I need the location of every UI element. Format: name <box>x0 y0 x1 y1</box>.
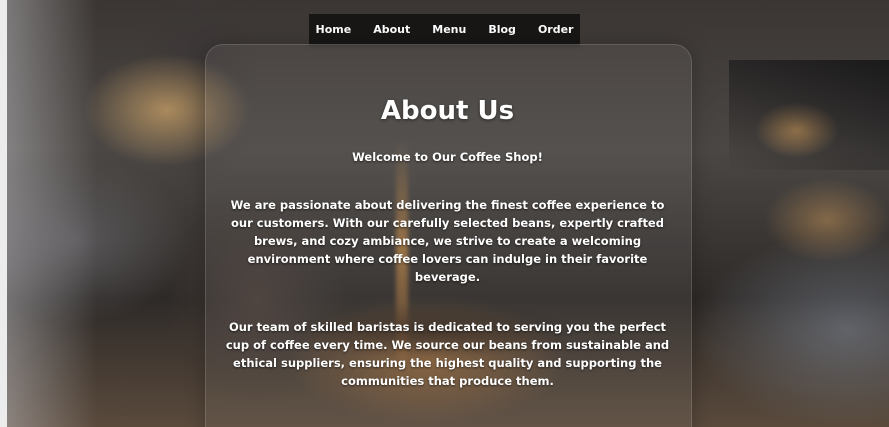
about-title: About Us <box>380 96 515 126</box>
about-paragraph-2: Our team of skilled baristas is dedicate… <box>225 320 670 388</box>
nav-menu-link[interactable]: Menu <box>421 23 477 36</box>
nav-about-link[interactable]: About <box>362 23 421 36</box>
about-paragraph-1: We are passionate about delivering the f… <box>230 198 665 284</box>
nav-order-link[interactable]: Order <box>527 23 585 36</box>
nav-home-link[interactable]: Home <box>305 23 363 36</box>
about-subtitle: Welcome to Our Coffee Shop! <box>352 150 543 164</box>
top-navbar: Home About Menu Blog Order <box>309 14 580 45</box>
about-section: About Us Welcome to Our Coffee Shop! We … <box>205 44 690 390</box>
nav-blog-link[interactable]: Blog <box>477 23 527 36</box>
